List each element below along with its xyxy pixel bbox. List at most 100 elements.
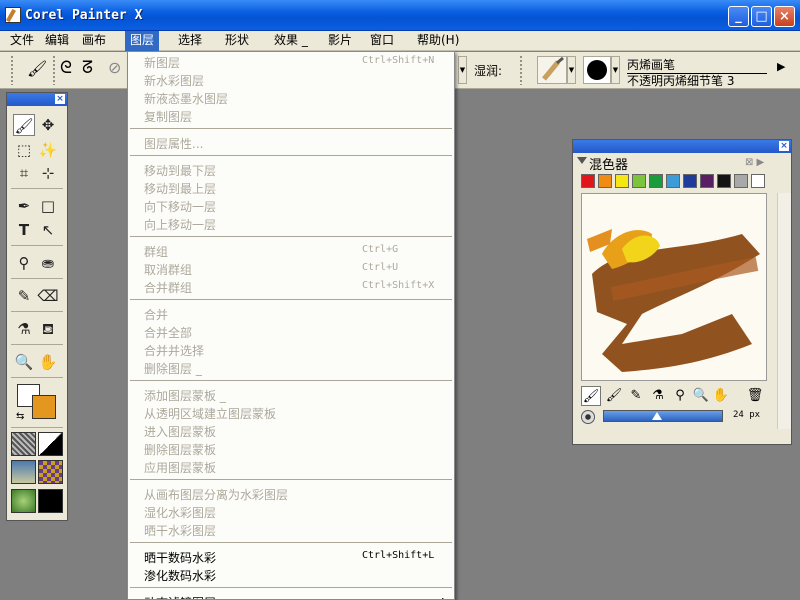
look-selector-icon[interactable] [38, 489, 63, 513]
menu-canvas[interactable]: 画布 [77, 31, 111, 51]
mixer-color-chip[interactable] [649, 174, 663, 188]
crop-icon[interactable]: ⌗ [13, 162, 35, 184]
layer-menu-item[interactable]: 新水彩图层 [128, 71, 454, 89]
layer-menu-item[interactable]: 渗化数码水彩 [128, 566, 454, 584]
eraser-icon[interactable]: ⌫ [37, 285, 59, 307]
apply-color-icon[interactable]: 🖌 [604, 386, 624, 406]
layer-menu-item[interactable]: 合并群组 Ctrl+Shift+X [128, 278, 454, 296]
mixer-color-chip[interactable] [717, 174, 731, 188]
layer-menu-item[interactable]: 新图层 Ctrl+Shift+N [128, 53, 454, 71]
layer-menu-item[interactable]: 进入图层蒙板 [128, 422, 454, 440]
toolbar-grip[interactable] [519, 55, 523, 85]
brush-size-slider[interactable] [603, 410, 723, 422]
pan-icon[interactable]: ✋ [711, 386, 731, 406]
layer-menu-item[interactable]: 图层属性... [128, 134, 454, 152]
mixer-color-chip[interactable] [581, 174, 595, 188]
brush-tool-icon[interactable]: 🖌 [13, 114, 35, 136]
weave-selector-icon[interactable] [38, 460, 63, 484]
mixer-color-chip[interactable] [683, 174, 697, 188]
freehand-stroke-icon[interactable]: ᘓ [60, 58, 72, 78]
mixer-scrollbar[interactable] [777, 193, 791, 429]
paint-bucket-icon[interactable]: ⛾ [37, 318, 59, 340]
additional-color-swatch[interactable] [32, 395, 56, 419]
menu-edit[interactable]: 编辑 [40, 31, 74, 51]
layer-adjuster-icon[interactable]: ✥ [37, 114, 59, 136]
rubber-stamp-icon[interactable]: ⛂ [37, 252, 59, 274]
clear-icon[interactable]: 🗑 [745, 386, 765, 406]
mixer-close-icon[interactable]: × [779, 141, 789, 151]
layer-menu-item[interactable]: 群组 Ctrl+G [128, 242, 454, 260]
layer-menu-item[interactable]: 移动到最上层 [128, 179, 454, 197]
brush-variant-name[interactable]: 不透明丙烯细节笔 3 [627, 72, 734, 89]
brush-category-dropdown-icon[interactable]: ▼ [567, 56, 576, 84]
text-tool-icon[interactable]: T [13, 219, 35, 241]
layer-menu-item[interactable]: 移动到最下层 [128, 161, 454, 179]
layer-menu-item[interactable]: 合并并选择 [128, 341, 454, 359]
layer-menu-item[interactable]: 向下移动一层 [128, 197, 454, 215]
layer-menu-item[interactable]: 湿化水彩图层 [128, 503, 454, 521]
toolbox-title-bar[interactable]: × [7, 93, 67, 106]
swap-colors-icon[interactable]: ⇆ [16, 411, 24, 422]
toolbar-grip[interactable] [10, 55, 14, 85]
mixer-color-chip[interactable] [632, 174, 646, 188]
mixer-color-chip[interactable] [615, 174, 629, 188]
menu-file[interactable]: 文件 [5, 31, 39, 51]
shape-selection-icon[interactable]: ↖ [37, 219, 59, 241]
layer-menu-item[interactable]: 新液态墨水图层 [128, 89, 454, 107]
gradient-selector-icon[interactable] [38, 432, 63, 456]
layer-menu-item[interactable]: 向上移动一层 [128, 215, 454, 233]
layer-menu-item[interactable]: 删除图层蒙板 [128, 440, 454, 458]
mixer-pad[interactable] [581, 193, 767, 381]
menu-help[interactable]: 帮助(H) [412, 31, 464, 51]
layer-menu-item[interactable]: 动态滤镜图层 ▶ [128, 593, 454, 599]
cloner-tool-icon[interactable]: ⚲ [13, 252, 35, 274]
layer-menu-item[interactable]: 取消群组 Ctrl+U [128, 260, 454, 278]
mixer-color-chip[interactable] [751, 174, 765, 188]
layer-menu-item[interactable]: 合并 [128, 305, 454, 323]
transform-icon[interactable]: ⊹ [37, 162, 59, 184]
mixer-title-bar[interactable]: × [573, 140, 791, 153]
menu-select[interactable]: 选择 [173, 31, 207, 51]
toolbar-grip[interactable] [52, 55, 56, 85]
pattern-selector-icon[interactable] [11, 460, 36, 484]
layer-menu-item[interactable]: 从画布图层分离为水彩图层 [128, 485, 454, 503]
layer-menu-item[interactable]: 晒干数码水彩 Ctrl+Shift+L [128, 548, 454, 566]
brush-variant-dropdown-icon[interactable]: ▼ [611, 56, 620, 84]
grabber-hand-icon[interactable]: ✋ [37, 351, 59, 373]
mixer-options-icon[interactable]: ⊠ ▶ [745, 157, 764, 168]
mixer-color-chip[interactable] [666, 174, 680, 188]
magnifier-icon[interactable]: 🔍 [13, 351, 35, 373]
menu-layers[interactable]: 图层 [125, 31, 160, 51]
dirty-brush-mode-icon[interactable]: 🖌 [581, 386, 601, 406]
rectangular-selection-icon[interactable]: ⬚ [13, 139, 35, 161]
layer-menu-item[interactable]: 删除图层 _ [128, 359, 454, 377]
brush-variant-dab-preview[interactable] [583, 56, 611, 84]
dropper-icon[interactable]: ⚗ [13, 318, 35, 340]
paper-selector-icon[interactable] [11, 432, 36, 456]
sample-color-icon[interactable]: ⚗ [648, 386, 668, 406]
slider-thumb[interactable] [652, 412, 662, 420]
layer-menu-item[interactable]: 复制图层 [128, 107, 454, 125]
menu-movie[interactable]: 影片 [323, 31, 357, 51]
minimize-button[interactable]: _ [728, 6, 749, 27]
straight-line-stroke-icon[interactable]: ᘔ [82, 58, 93, 78]
close-button[interactable]: × [774, 6, 795, 27]
maximize-button[interactable]: □ [751, 6, 772, 27]
magic-wand-icon[interactable]: ✨ [37, 139, 59, 161]
panel-expand-arrow-icon[interactable]: ▶ [777, 60, 785, 73]
brush-tool-icon[interactable]: 🖌 [27, 59, 47, 78]
toolbox-close-icon[interactable]: × [55, 94, 65, 104]
layer-menu-item[interactable]: 添加图层蒙板 _ [128, 386, 454, 404]
mixer-color-chip[interactable] [700, 174, 714, 188]
layer-menu-item[interactable]: 从透明区域建立图层蒙板 [128, 404, 454, 422]
brush-category-thumbnail[interactable] [537, 56, 567, 84]
mix-color-icon[interactable]: ✎ [626, 386, 646, 406]
zoom-icon[interactable]: 🔍 [691, 386, 711, 406]
nozzle-selector-icon[interactable] [11, 489, 36, 513]
layer-menu-item[interactable]: 晒干水彩图层 [128, 521, 454, 539]
pen-tool-icon[interactable]: ✒ [13, 195, 35, 217]
layer-menu-item[interactable]: 合并全部 [128, 323, 454, 341]
collapse-arrow-icon[interactable] [577, 157, 587, 164]
layer-menu-item[interactable]: 应用图层蒙板 [128, 458, 454, 476]
dropdown-arrow-icon[interactable]: ▼ [458, 56, 467, 84]
